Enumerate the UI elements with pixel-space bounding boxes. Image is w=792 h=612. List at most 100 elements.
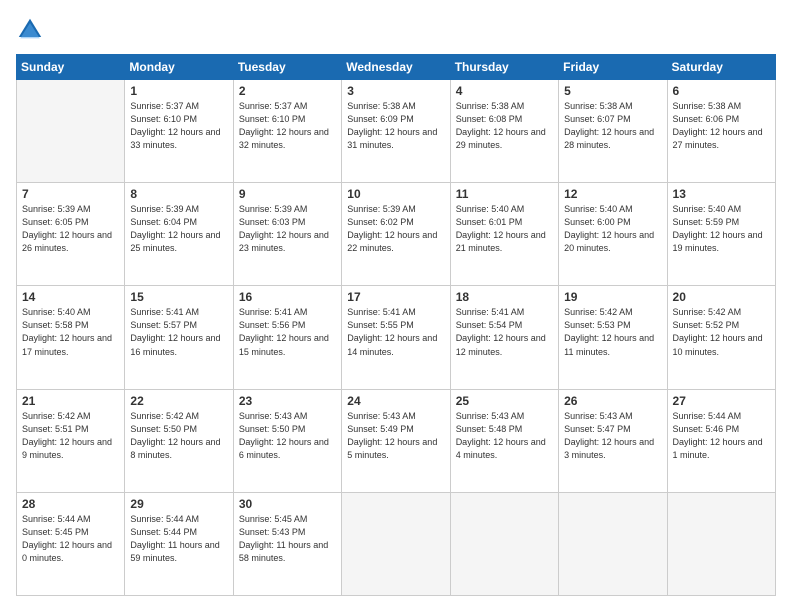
day-number: 23 [239,394,336,408]
calendar-header-row: SundayMondayTuesdayWednesdayThursdayFrid… [17,55,776,80]
day-info: Sunrise: 5:44 AMSunset: 5:44 PMDaylight:… [130,513,227,565]
day-number: 26 [564,394,661,408]
calendar-cell: 18 Sunrise: 5:41 AMSunset: 5:54 PMDayligh… [450,286,558,389]
day-info: Sunrise: 5:45 AMSunset: 5:43 PMDaylight:… [239,513,336,565]
day-info: Sunrise: 5:38 AMSunset: 6:07 PMDaylight:… [564,100,661,152]
day-number: 20 [673,290,770,304]
day-number: 18 [456,290,553,304]
calendar-cell: 28 Sunrise: 5:44 AMSunset: 5:45 PMDayligh… [17,492,125,595]
day-number: 22 [130,394,227,408]
weekday-header: Monday [125,55,233,80]
day-info: Sunrise: 5:41 AMSunset: 5:55 PMDaylight:… [347,306,444,358]
calendar-cell [450,492,558,595]
logo-icon [16,16,44,44]
calendar-cell: 19 Sunrise: 5:42 AMSunset: 5:53 PMDayligh… [559,286,667,389]
day-info: Sunrise: 5:37 AMSunset: 6:10 PMDaylight:… [239,100,336,152]
day-info: Sunrise: 5:42 AMSunset: 5:50 PMDaylight:… [130,410,227,462]
day-number: 3 [347,84,444,98]
calendar-cell: 16Sunrise: 5:41 AMSunset: 5:56 PMDayligh… [233,286,341,389]
calendar-week-row: 28 Sunrise: 5:44 AMSunset: 5:45 PMDayligh… [17,492,776,595]
day-number: 19 [564,290,661,304]
day-info: Sunrise: 5:40 AMSunset: 5:59 PMDaylight:… [673,203,770,255]
calendar-cell: 7 Sunrise: 5:39 AMSunset: 6:05 PMDaylight… [17,183,125,286]
calendar-cell: 21Sunrise: 5:42 AMSunset: 5:51 PMDayligh… [17,389,125,492]
day-number: 4 [456,84,553,98]
day-info: Sunrise: 5:40 AMSunset: 6:01 PMDaylight:… [456,203,553,255]
day-info: Sunrise: 5:43 AMSunset: 5:50 PMDaylight:… [239,410,336,462]
day-number: 9 [239,187,336,201]
day-info: Sunrise: 5:40 AMSunset: 6:00 PMDaylight:… [564,203,661,255]
day-number: 15 [130,290,227,304]
calendar-cell: 25 Sunrise: 5:43 AMSunset: 5:48 PMDayligh… [450,389,558,492]
calendar-cell: 22 Sunrise: 5:42 AMSunset: 5:50 PMDayligh… [125,389,233,492]
day-info: Sunrise: 5:42 AMSunset: 5:53 PMDaylight:… [564,306,661,358]
weekday-header: Saturday [667,55,775,80]
calendar-cell: 2 Sunrise: 5:37 AMSunset: 6:10 PMDaylight… [233,80,341,183]
day-info: Sunrise: 5:40 AMSunset: 5:58 PMDaylight:… [22,306,119,358]
calendar-cell: 24 Sunrise: 5:43 AMSunset: 5:49 PMDayligh… [342,389,450,492]
weekday-header: Wednesday [342,55,450,80]
day-info: Sunrise: 5:44 AMSunset: 5:46 PMDaylight:… [673,410,770,462]
calendar-week-row: 14 Sunrise: 5:40 AMSunset: 5:58 PMDayligh… [17,286,776,389]
calendar-cell: 17Sunrise: 5:41 AMSunset: 5:55 PMDayligh… [342,286,450,389]
weekday-header: Friday [559,55,667,80]
day-number: 28 [22,497,119,511]
day-number: 14 [22,290,119,304]
day-info: Sunrise: 5:43 AMSunset: 5:47 PMDaylight:… [564,410,661,462]
day-number: 1 [130,84,227,98]
calendar-cell: 13 Sunrise: 5:40 AMSunset: 5:59 PMDayligh… [667,183,775,286]
day-number: 13 [673,187,770,201]
calendar-cell: 11 Sunrise: 5:40 AMSunset: 6:01 PMDayligh… [450,183,558,286]
calendar-cell: 15 Sunrise: 5:41 AMSunset: 5:57 PMDayligh… [125,286,233,389]
calendar-cell: 14 Sunrise: 5:40 AMSunset: 5:58 PMDayligh… [17,286,125,389]
day-number: 21 [22,394,119,408]
calendar-cell: 26 Sunrise: 5:43 AMSunset: 5:47 PMDayligh… [559,389,667,492]
day-number: 25 [456,394,553,408]
day-info: Sunrise: 5:44 AMSunset: 5:45 PMDaylight:… [22,513,119,565]
day-info: Sunrise: 5:43 AMSunset: 5:49 PMDaylight:… [347,410,444,462]
day-number: 24 [347,394,444,408]
calendar-cell: 20Sunrise: 5:42 AMSunset: 5:52 PMDayligh… [667,286,775,389]
day-info: Sunrise: 5:41 AMSunset: 5:54 PMDaylight:… [456,306,553,358]
day-number: 5 [564,84,661,98]
calendar-cell: 10 Sunrise: 5:39 AMSunset: 6:02 PMDayligh… [342,183,450,286]
day-number: 12 [564,187,661,201]
calendar-cell: 30Sunrise: 5:45 AMSunset: 5:43 PMDayligh… [233,492,341,595]
day-info: Sunrise: 5:38 AMSunset: 6:06 PMDaylight:… [673,100,770,152]
calendar-cell [342,492,450,595]
calendar-cell: 29Sunrise: 5:44 AMSunset: 5:44 PMDayligh… [125,492,233,595]
day-number: 2 [239,84,336,98]
calendar-cell: 12 Sunrise: 5:40 AMSunset: 6:00 PMDayligh… [559,183,667,286]
day-info: Sunrise: 5:39 AMSunset: 6:04 PMDaylight:… [130,203,227,255]
day-info: Sunrise: 5:41 AMSunset: 5:57 PMDaylight:… [130,306,227,358]
day-number: 16 [239,290,336,304]
calendar-week-row: 7 Sunrise: 5:39 AMSunset: 6:05 PMDaylight… [17,183,776,286]
calendar-cell [667,492,775,595]
calendar-cell: 6 Sunrise: 5:38 AMSunset: 6:06 PMDaylight… [667,80,775,183]
weekday-header: Thursday [450,55,558,80]
calendar-cell: 23 Sunrise: 5:43 AMSunset: 5:50 PMDayligh… [233,389,341,492]
day-info: Sunrise: 5:39 AMSunset: 6:02 PMDaylight:… [347,203,444,255]
day-info: Sunrise: 5:43 AMSunset: 5:48 PMDaylight:… [456,410,553,462]
day-number: 6 [673,84,770,98]
calendar-cell [559,492,667,595]
day-info: Sunrise: 5:38 AMSunset: 6:09 PMDaylight:… [347,100,444,152]
day-number: 8 [130,187,227,201]
day-number: 7 [22,187,119,201]
day-number: 10 [347,187,444,201]
calendar-cell: 27Sunrise: 5:44 AMSunset: 5:46 PMDayligh… [667,389,775,492]
calendar-cell: 1Sunrise: 5:37 AMSunset: 6:10 PMDaylight… [125,80,233,183]
day-info: Sunrise: 5:38 AMSunset: 6:08 PMDaylight:… [456,100,553,152]
calendar-cell: 5 Sunrise: 5:38 AMSunset: 6:07 PMDaylight… [559,80,667,183]
calendar-cell: 8 Sunrise: 5:39 AMSunset: 6:04 PMDaylight… [125,183,233,286]
calendar-table: SundayMondayTuesdayWednesdayThursdayFrid… [16,54,776,596]
page: SundayMondayTuesdayWednesdayThursdayFrid… [0,0,792,612]
weekday-header: Sunday [17,55,125,80]
day-info: Sunrise: 5:39 AMSunset: 6:05 PMDaylight:… [22,203,119,255]
day-info: Sunrise: 5:39 AMSunset: 6:03 PMDaylight:… [239,203,336,255]
calendar-cell: 3 Sunrise: 5:38 AMSunset: 6:09 PMDaylight… [342,80,450,183]
day-number: 11 [456,187,553,201]
logo [16,16,48,44]
calendar-week-row: 21Sunrise: 5:42 AMSunset: 5:51 PMDayligh… [17,389,776,492]
calendar-cell [17,80,125,183]
